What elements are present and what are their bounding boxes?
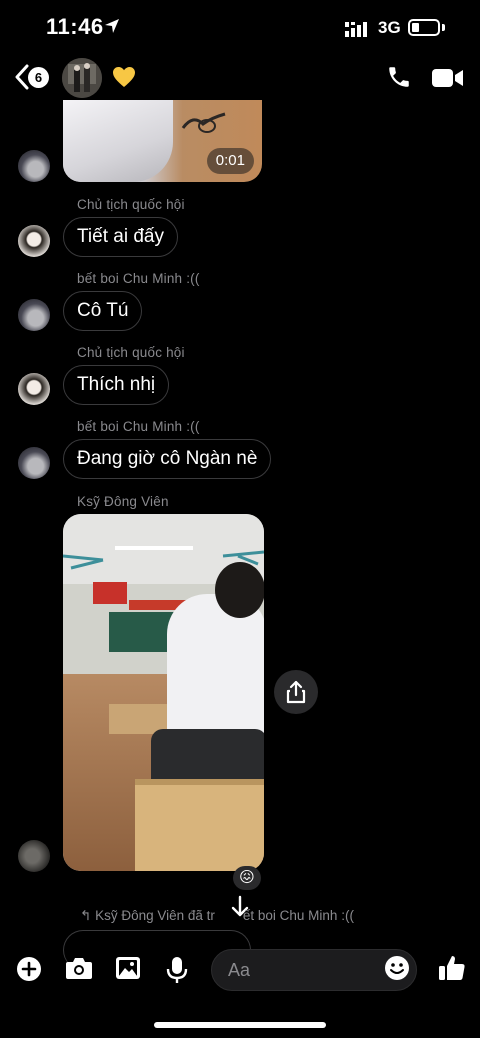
sender-avatar[interactable] xyxy=(18,373,50,405)
share-icon xyxy=(286,680,306,704)
battery-tip xyxy=(442,24,445,31)
glasses-thumbnail xyxy=(181,110,231,145)
sender-avatar[interactable] xyxy=(18,447,50,479)
microphone-icon[interactable] xyxy=(166,956,188,989)
sender-name: Chủ tịch quốc hội xyxy=(77,197,185,212)
network-type: 3G xyxy=(378,18,401,37)
flag-in-photo xyxy=(93,582,127,604)
message-input-placeholder: Aa xyxy=(228,960,251,980)
phone-icon[interactable] xyxy=(386,64,412,95)
sender-avatar[interactable] xyxy=(18,840,50,872)
video-duration: 0:01 xyxy=(206,148,254,174)
reply-note: ↰ Ksỹ Đông Viên đã tr ết boi Chu Minh :(( xyxy=(80,908,354,924)
video-thumbnail xyxy=(63,100,173,182)
reply-note-left: Ksỹ Đông Viên đã tr xyxy=(95,908,215,923)
heart-icon xyxy=(112,66,136,93)
thumbs-up-icon[interactable] xyxy=(438,954,466,987)
sender-name: Chủ tịch quốc hội xyxy=(77,345,185,360)
sender-avatar[interactable] xyxy=(18,299,50,331)
sender-name: bết boi Chu Minh :(( xyxy=(77,419,200,434)
video-message[interactable]: 0:01 xyxy=(63,100,262,182)
share-button[interactable] xyxy=(274,670,318,714)
ceiling-fans xyxy=(63,546,264,570)
status-time: 11:46 xyxy=(46,14,104,39)
group-avatar[interactable] xyxy=(62,58,102,98)
add-icon[interactable] xyxy=(16,956,42,987)
reply-arrow-icon: ↰ xyxy=(80,908,96,923)
gallery-icon[interactable] xyxy=(115,956,141,985)
reply-note-right: ết boi Chu Minh :(( xyxy=(242,908,354,923)
student-in-photo xyxy=(167,594,264,744)
message-bubble[interactable]: Tiết ai đấy xyxy=(63,217,178,257)
photo-message[interactable] xyxy=(63,514,264,871)
message-bubble[interactable]: Đang giờ cô Ngàn nè xyxy=(63,439,272,479)
message-composer: Aa xyxy=(0,946,480,996)
emoji-icon[interactable] xyxy=(384,955,410,986)
unread-badge[interactable]: 6 xyxy=(28,67,49,88)
sender-avatar[interactable] xyxy=(18,150,50,182)
sender-name: Ksỹ Đông Viên xyxy=(77,494,169,509)
sender-avatar[interactable] xyxy=(18,225,50,257)
battery-icon xyxy=(408,19,440,36)
chat-header: 6 xyxy=(0,58,480,98)
status-bar: 11:46 3G xyxy=(0,0,480,58)
location-arrow-icon xyxy=(104,18,120,39)
reaction-badge[interactable]: 😖 xyxy=(233,866,261,890)
sender-name: bết boi Chu Minh :(( xyxy=(77,271,200,286)
home-indicator[interactable] xyxy=(154,1022,326,1028)
signal-bars-icon xyxy=(345,21,371,42)
video-call-icon[interactable] xyxy=(432,67,464,94)
message-bubble[interactable]: Thích nhị xyxy=(63,365,170,405)
message-bubble[interactable]: Cô Tú xyxy=(63,291,143,331)
camera-icon[interactable] xyxy=(65,956,93,985)
